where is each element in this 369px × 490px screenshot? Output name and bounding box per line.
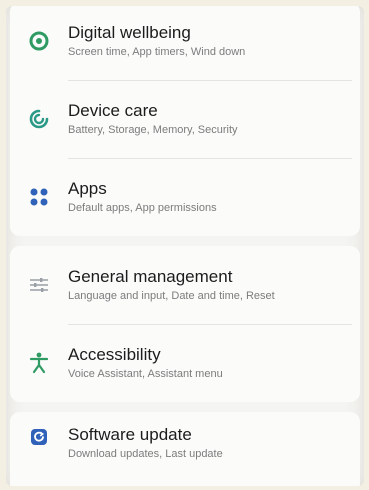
settings-item-software-update[interactable]: Software update Download updates, Last u… — [10, 412, 360, 486]
software-update-subtitle: Download updates, Last update — [68, 448, 223, 460]
general-management-title: General management — [68, 267, 233, 286]
apps-title: Apps — [68, 179, 107, 198]
accessibility-icon — [10, 352, 68, 374]
apps-icon — [10, 187, 68, 207]
software-update-title: Software update — [68, 425, 192, 444]
device-care-subtitle: Battery, Storage, Memory, Security — [68, 124, 238, 136]
settings-group-2: General management Language and input, D… — [10, 246, 360, 402]
device-care-title: Device care — [68, 101, 158, 120]
digital-wellbeing-title: Digital wellbeing — [68, 23, 191, 42]
settings-item-device-care[interactable]: Device care Battery, Storage, Memory, Se… — [10, 80, 360, 158]
digital-wellbeing-subtitle: Screen time, App timers, Wind down — [68, 46, 246, 58]
settings-group-3: Software update Download updates, Last u… — [10, 412, 360, 486]
settings-item-general-management[interactable]: General management Language and input, D… — [10, 246, 360, 324]
software-update-icon — [10, 424, 68, 446]
settings-screen: Digital wellbeing Screen time, App timer… — [6, 6, 364, 486]
digital-wellbeing-icon — [10, 31, 68, 51]
accessibility-subtitle: Voice Assistant, Assistant menu — [68, 368, 223, 380]
accessibility-title: Accessibility — [68, 345, 161, 364]
apps-subtitle: Default apps, App permissions — [68, 202, 217, 214]
general-management-icon — [10, 275, 68, 295]
settings-group-1: Digital wellbeing Screen time, App timer… — [10, 6, 360, 236]
device-care-icon — [10, 108, 68, 130]
settings-item-digital-wellbeing[interactable]: Digital wellbeing Screen time, App timer… — [10, 6, 360, 80]
settings-item-apps[interactable]: Apps Default apps, App permissions — [10, 158, 360, 236]
settings-item-accessibility[interactable]: Accessibility Voice Assistant, Assistant… — [10, 324, 360, 402]
general-management-subtitle: Language and input, Date and time, Reset — [68, 290, 275, 302]
